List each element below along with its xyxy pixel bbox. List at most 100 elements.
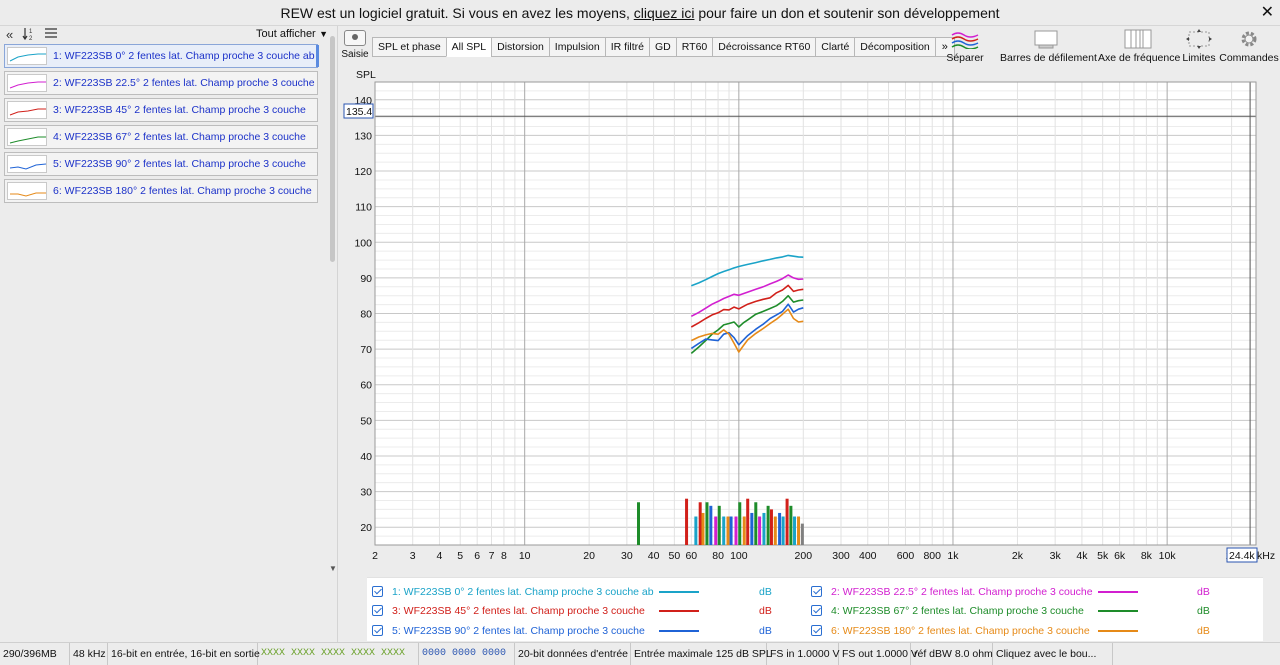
measurement-thumbnail — [7, 47, 47, 65]
tab-clarity[interactable]: Clarté — [815, 37, 856, 57]
measurements-panel: « 12 Tout afficher ▼ 1: WF223SB 0° 2 fen… — [0, 26, 338, 642]
x-axis-unit: kHz — [1257, 550, 1275, 562]
x-tick-label: 10k — [1159, 550, 1177, 562]
tab-decomposition[interactable]: Décomposition — [854, 37, 936, 57]
measurement-item-4[interactable]: 4: WF223SB 67° 2 fentes lat. Champ proch… — [4, 125, 318, 149]
measurement-label: 3: WF223SB 45° 2 fentes lat. Champ proch… — [53, 104, 306, 116]
checkbox-icon[interactable] — [811, 605, 822, 616]
tab-impulse[interactable]: Impulsion — [548, 37, 606, 57]
x-tick-label: 300 — [832, 550, 850, 562]
measurement-label: 1: WF223SB 0° 2 fentes lat. Champ proche… — [53, 50, 315, 62]
peak-bar — [762, 512, 766, 545]
x-axis-labels: 2 3 4 5 6 7 8 10 20 30 40 50 60 80 100 200 300 400 600 800 1… — [372, 550, 1238, 562]
legend-item-2[interactable]: 2: WF223SB 22.5° 2 fentes lat. Champ pro… — [811, 583, 1251, 601]
measurement-item-2[interactable]: 2: WF223SB 22.5° 2 fentes lat. Champ pro… — [4, 71, 318, 95]
peak-bar — [729, 516, 733, 545]
checkbox-icon[interactable] — [811, 625, 822, 636]
measurement-label: 4: WF223SB 67° 2 fentes lat. Champ proch… — [53, 131, 306, 143]
x-cursor-value: 24.4k — [1229, 550, 1255, 562]
scrollbars-button[interactable]: Barres de défilement — [1000, 28, 1097, 64]
peak-bar — [758, 516, 762, 545]
peak-bar — [746, 498, 750, 545]
tab-rt60-decay[interactable]: Décroissance RT60 — [712, 37, 817, 57]
legend-swatch — [659, 630, 699, 632]
legend-item-5[interactable]: 5: WF223SB 90° 2 fentes lat. Champ proch… — [372, 622, 812, 640]
x-tick-label: 10 — [519, 550, 531, 562]
checkbox-icon[interactable] — [372, 586, 383, 597]
reference-status: réf dBW 8.0 ohm — [911, 643, 993, 665]
legend-item-3[interactable]: 3: WF223SB 45° 2 fentes lat. Champ proch… — [372, 602, 812, 620]
peak-bar — [797, 516, 801, 545]
scroll-down-icon[interactable]: ▼ — [329, 564, 337, 573]
checkbox-icon[interactable] — [811, 586, 822, 597]
y-cursor-readout[interactable]: 135.4 — [343, 103, 374, 119]
peak-bar — [705, 502, 709, 545]
x-tick-label: 6k — [1114, 550, 1126, 562]
measurement-item-1[interactable]: 1: WF223SB 0° 2 fentes lat. Champ proche… — [4, 44, 319, 68]
measurement-thumbnail — [7, 74, 47, 92]
measurement-item-3[interactable]: 3: WF223SB 45° 2 fentes lat. Champ proch… — [4, 98, 318, 122]
peak-bar — [738, 502, 742, 545]
peak-bar — [789, 505, 793, 545]
y-tick-label: 110 — [355, 202, 372, 214]
close-banner-icon[interactable]: ✕ — [1261, 0, 1274, 26]
bit-depth-status: 16-bit en entrée, 16-bit en sortie — [108, 643, 260, 665]
peak-bar — [800, 523, 804, 545]
capture-label: Saisie — [341, 49, 369, 60]
scrollbar-thumb[interactable] — [330, 36, 335, 262]
spl-graph[interactable]: 1401301201101009080706050403020 23456781… — [340, 64, 1280, 576]
separate-label: Séparer — [946, 52, 984, 64]
legend-swatch — [1098, 610, 1138, 612]
controls-button[interactable]: Commandes — [1219, 28, 1279, 64]
x-tick-label: 5k — [1097, 550, 1109, 562]
legend-swatch — [1098, 630, 1138, 632]
x-tick-label: 5 — [457, 550, 463, 562]
peak-bar — [785, 498, 789, 545]
legend-swatch — [1098, 591, 1138, 593]
peak-bar — [694, 516, 698, 545]
x-tick-label: 2 — [372, 550, 378, 562]
measurements-scrollbar[interactable]: ▼ — [329, 36, 337, 573]
limits-button[interactable]: Limites — [1182, 28, 1216, 64]
x-tick-label: 200 — [795, 550, 813, 562]
collapse-panel-icon[interactable]: « — [6, 26, 13, 44]
memory-status: 290/396MB — [0, 643, 70, 665]
legend-label: 5: WF223SB 90° 2 fentes lat. Champ proch… — [392, 625, 645, 637]
gear-icon — [1219, 28, 1279, 50]
measurement-item-5[interactable]: 5: WF223SB 90° 2 fentes lat. Champ proch… — [4, 152, 318, 176]
separate-button[interactable]: Séparer — [945, 28, 985, 64]
x-cursor-readout[interactable]: 24.4k — [1226, 547, 1258, 563]
checkbox-icon[interactable] — [372, 625, 383, 636]
donate-link[interactable]: cliquez ici — [634, 5, 695, 21]
show-all-dropdown[interactable]: Tout afficher ▼ — [256, 26, 328, 42]
frequency-axis-button[interactable]: Axe de fréquence — [1098, 28, 1180, 64]
tab-rt60[interactable]: RT60 — [675, 37, 714, 57]
legend-unit: dB — [1197, 605, 1210, 617]
tab-distortion[interactable]: Distorsion — [491, 37, 550, 57]
peak-bar — [750, 512, 754, 545]
peak-bar — [717, 505, 721, 545]
legend-item-1[interactable]: 1: WF223SB 0° 2 fentes lat. Champ proche… — [372, 583, 812, 601]
rew-window: REW est un logiciel gratuit. Si vous en … — [0, 0, 1280, 665]
controls-label: Commandes — [1219, 52, 1279, 64]
measurement-item-6[interactable]: 6: WF223SB 180° 2 fentes lat. Champ proc… — [4, 179, 318, 203]
legend-item-6[interactable]: 6: WF223SB 180° 2 fentes lat. Champ proc… — [811, 622, 1251, 640]
checkbox-icon[interactable] — [372, 605, 383, 616]
y-cursor-value: 135.4 — [346, 106, 372, 118]
y-tick-label: 40 — [360, 451, 372, 463]
menu-icon[interactable] — [44, 26, 58, 45]
capture-button[interactable]: Saisie — [340, 30, 370, 64]
tab-spl-phase[interactable]: SPL et phase — [372, 37, 447, 57]
tab-filtered-ir[interactable]: IR filtré — [604, 37, 651, 57]
peak-bar — [722, 516, 726, 545]
peak-bar — [698, 502, 702, 545]
measurement-label: 2: WF223SB 22.5° 2 fentes lat. Champ pro… — [53, 77, 315, 89]
tab-gd[interactable]: GD — [649, 37, 677, 57]
input-data-bits-status: 20-bit données d'entrée — [515, 643, 631, 665]
input-level-meter: XXXX XXXX XXXX XXXX XXXX — [258, 643, 419, 665]
y-tick-label: 90 — [360, 273, 372, 285]
legend-item-4[interactable]: 4: WF223SB 67° 2 fentes lat. Champ proch… — [811, 602, 1251, 620]
y-tick-label: 50 — [360, 415, 372, 427]
y-tick-label: 70 — [360, 344, 372, 356]
tab-all-spl[interactable]: All SPL — [445, 37, 493, 57]
